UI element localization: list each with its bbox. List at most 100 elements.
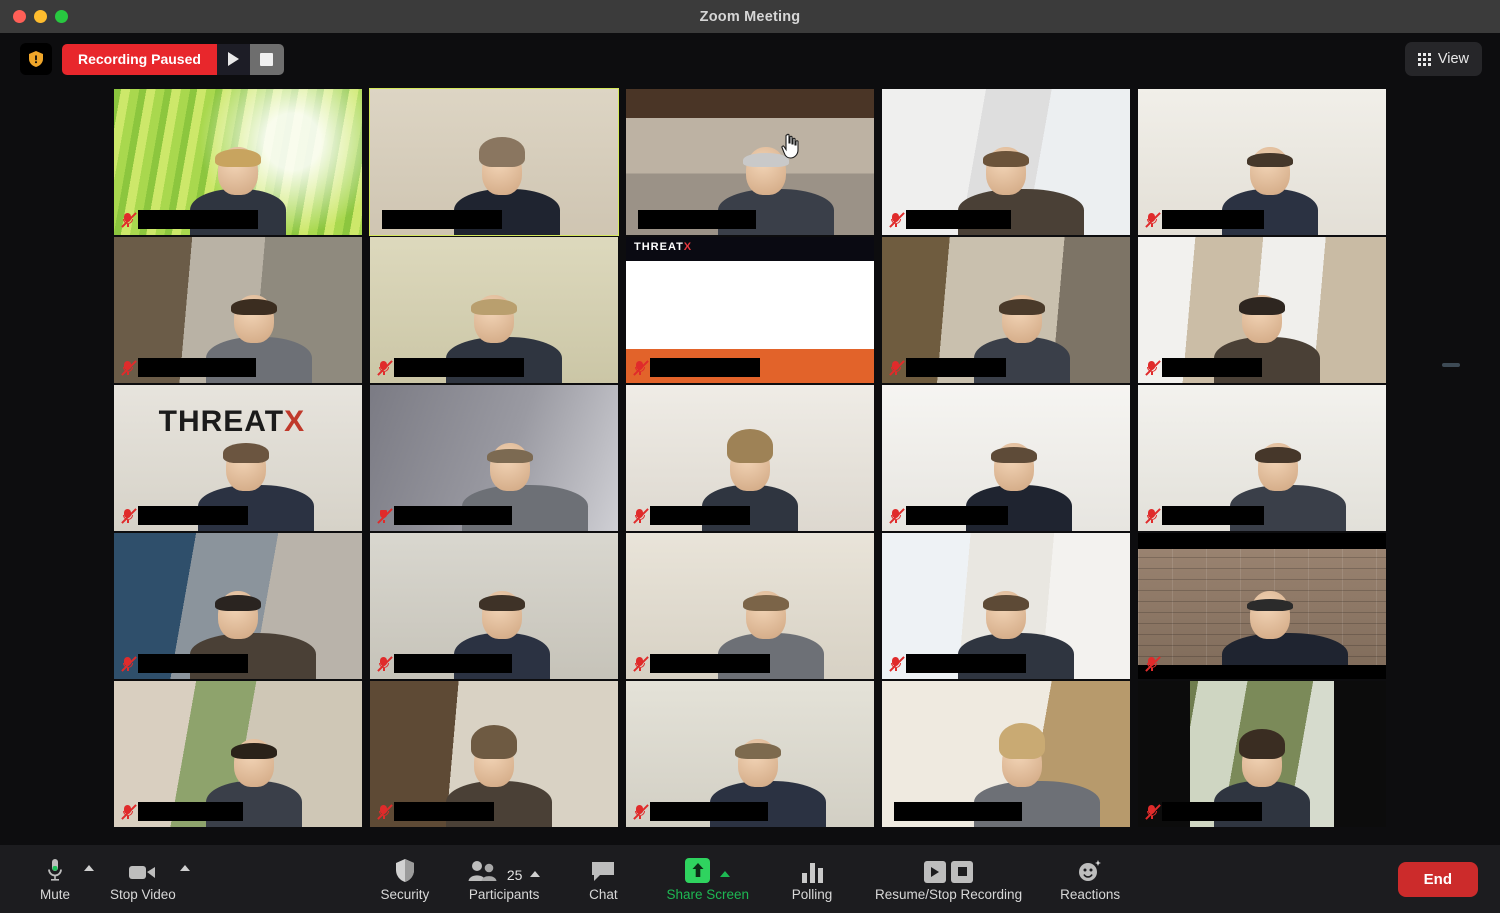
participants-count: 25 [506,866,523,883]
participant-hair [1239,297,1285,315]
participant-name-redacted [906,210,1011,229]
stop-video-button[interactable]: Stop Video [110,857,176,902]
stop-recording-button[interactable] [249,43,284,75]
minimize-window-button[interactable] [34,10,47,23]
video-camera-icon [128,857,158,883]
participant-tile[interactable] [882,385,1130,531]
microphone-muted-icon [632,506,649,525]
participant-hair [479,595,525,611]
participant-tile[interactable] [114,89,362,235]
participant-name-redacted [1162,506,1264,525]
reactions-button[interactable]: Reactions [1060,857,1120,902]
participant-name-plate [632,654,770,673]
participant-tile[interactable] [626,533,874,679]
microphone-muted-icon [376,654,393,673]
reactions-label: Reactions [1060,886,1121,902]
participants-button[interactable]: 25 Participants [468,857,541,902]
threatx-logo: THREATX [634,241,693,253]
people-icon: 25 [468,857,541,883]
chat-bubble-icon [590,857,616,883]
participant-hair [1255,447,1301,463]
participant-tile[interactable] [114,681,362,827]
shield-icon [394,857,416,883]
microphone-icon [45,857,65,883]
resume-recording-button[interactable] [216,43,250,75]
participant-hair [479,137,525,167]
chat-button[interactable]: Chat [578,857,628,902]
window-title: Zoom Meeting [699,8,801,25]
participant-hair [231,299,277,315]
participant-hair [983,595,1029,611]
participant-tile[interactable] [114,237,362,383]
share-screen-button[interactable]: Share Screen [666,857,749,902]
participant-tile[interactable] [370,237,618,383]
participant-tile[interactable] [882,237,1130,383]
microphone-muted-icon [376,506,393,525]
participant-hair [471,299,517,315]
maximize-window-button[interactable] [55,10,68,23]
participant-hair [999,299,1045,315]
participant-name-redacted [650,358,760,377]
security-button[interactable]: Security [380,857,430,902]
microphone-muted-icon [120,210,137,229]
participant-tile[interactable] [882,681,1130,827]
participant-tile[interactable] [882,89,1130,235]
participant-hair [983,151,1029,167]
participant-tile[interactable] [1138,89,1386,235]
view-button[interactable]: View [1404,42,1482,76]
participant-tile[interactable]: THREATX [626,237,874,383]
participants-chevron-icon[interactable] [530,870,541,877]
participant-hair [999,723,1045,759]
microphone-muted-icon [632,358,649,377]
resume-stop-recording-button[interactable]: Resume/Stop Recording [875,857,1022,902]
close-window-button[interactable] [13,10,26,23]
participant-tile[interactable] [370,533,618,679]
gallery-scroll-indicator[interactable] [1442,363,1460,367]
video-options-chevron-icon[interactable] [179,865,190,871]
threatx-logo: THREATX [158,405,306,439]
participant-name-redacted [138,358,256,377]
participant-name-redacted [138,654,248,673]
recording-status-label: Recording Paused [62,43,217,75]
audio-options-chevron-icon[interactable] [84,865,94,871]
participant-tile[interactable] [1138,385,1386,531]
participant-tile[interactable] [369,88,619,236]
participant-tile[interactable] [370,681,618,827]
participant-tile[interactable] [114,533,362,679]
participant-name-plate [120,802,243,821]
participant-tile[interactable]: THREATX [114,385,362,531]
participant-tile[interactable] [1138,533,1386,679]
participant-name-plate [120,210,258,229]
shield-warning-icon [20,43,52,75]
recording-label: Resume/Stop Recording [875,886,1023,902]
participant-name-plate [1144,654,1161,673]
participant-hair [487,449,533,463]
play-icon[interactable] [924,860,947,883]
stop-video-label: Stop Video [110,886,176,902]
participant-name-plate [894,802,1022,821]
end-meeting-button[interactable]: End [1397,861,1478,897]
participant-tile[interactable] [626,385,874,531]
window-controls[interactable] [13,10,68,23]
microphone-muted-icon [888,506,905,525]
microphone-muted-icon [632,654,649,673]
participant-name-plate [376,654,512,673]
mute-button[interactable]: Mute [30,857,80,902]
participant-tile[interactable] [626,89,874,235]
participant-hair [743,595,789,611]
polling-button[interactable]: Polling [787,857,837,902]
participant-tile[interactable] [370,385,618,531]
participant-tile[interactable] [1138,237,1386,383]
participant-tile[interactable] [626,681,874,827]
stop-icon[interactable] [951,860,974,883]
share-options-chevron-icon[interactable] [720,870,731,877]
microphone-muted-icon [888,654,905,673]
participant-tile[interactable] [1138,681,1386,827]
participant-tile[interactable] [882,533,1130,679]
microphone-muted-icon [376,802,393,821]
polling-label: Polling [791,886,833,902]
participant-name-plate [120,358,256,377]
microphone-muted-icon [888,358,905,377]
participant-hair [223,443,269,463]
participant-name-redacted [394,802,494,821]
